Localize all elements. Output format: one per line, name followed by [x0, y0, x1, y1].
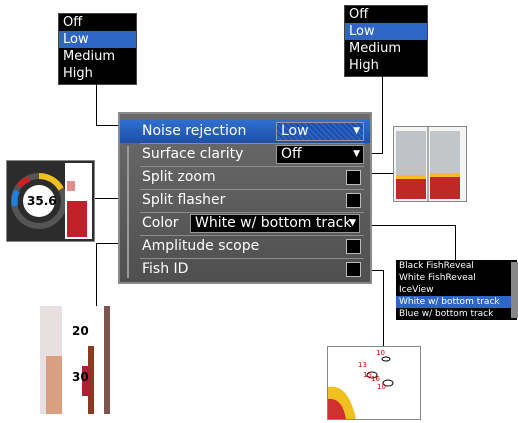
popup-option-high[interactable]: High [59, 65, 136, 82]
color-option[interactable]: Blue w/ bottom track [396, 308, 517, 320]
split-zoom-preview [393, 126, 467, 202]
fish-id-preview: 10 13 15 16 10 [327, 346, 421, 420]
color-label: Color [142, 215, 179, 231]
amplitude-scope-checkbox[interactable] [346, 239, 361, 254]
depth-label-20: 20 [72, 324, 89, 338]
noise-rejection-label: Noise rejection [142, 123, 247, 139]
split-zoom-graphic [394, 127, 466, 201]
depth-label-30: 30 [72, 370, 89, 384]
fish-depth-label: 16 [371, 375, 380, 383]
chevron-down-icon: ▼ [349, 218, 356, 228]
split-flasher-preview: 35.6 [6, 160, 95, 242]
popup-option-low[interactable]: Low [59, 31, 136, 48]
split-zoom-checkbox[interactable] [346, 170, 361, 185]
chevron-down-icon: ▼ [353, 126, 360, 136]
color-dropdown[interactable]: White w/ bottom track ▼ [190, 214, 360, 233]
popup-option-medium[interactable]: Medium [345, 40, 427, 57]
menu-item-noise-rejection[interactable]: Noise rejection Low ▼ [120, 120, 370, 143]
noise-rejection-value: Low [281, 123, 309, 139]
menu-item-color[interactable]: Color White w/ bottom track ▼ [120, 212, 370, 235]
noise-rejection-popup: Off Low Medium High [58, 13, 137, 85]
menu-item-split-zoom[interactable]: Split zoom [120, 166, 370, 189]
connector-line [455, 225, 456, 261]
fish-id-graphic [328, 356, 394, 419]
menu-item-split-flasher[interactable]: Split flasher [120, 189, 370, 212]
surface-clarity-popup: Off Low Medium High [344, 5, 428, 77]
popup-option-off[interactable]: Off [345, 6, 427, 23]
surface-clarity-label: Surface clarity [142, 146, 244, 162]
color-option[interactable]: IceView [396, 284, 517, 296]
popup-option-off[interactable]: Off [59, 14, 136, 31]
color-option[interactable]: White FishReveal [396, 272, 517, 284]
amplitude-scope-label: Amplitude scope [142, 238, 260, 254]
color-option[interactable]: White w/ bottom track [396, 296, 517, 308]
fish-depth-label: 10 [376, 349, 385, 357]
flasher-depth-readout: 35.6 [27, 194, 57, 208]
color-option[interactable]: Black FishReveal [396, 260, 517, 272]
surface-clarity-dropdown[interactable]: Off ▼ [276, 145, 364, 164]
amplitude-scope-graphic [40, 306, 110, 414]
connector-line [96, 243, 97, 307]
connector-line [383, 270, 384, 346]
noise-rejection-dropdown[interactable]: Low ▼ [276, 122, 364, 141]
chevron-down-icon: ▼ [353, 149, 360, 159]
color-options-list: Black FishReveal White FishReveal IceVie… [396, 260, 518, 320]
fish-id-label: Fish ID [142, 261, 189, 277]
menu-item-fish-id[interactable]: Fish ID [120, 258, 370, 281]
split-flasher-checkbox[interactable] [346, 193, 361, 208]
connector-line [382, 76, 383, 154]
fish-depth-label: 10 [377, 383, 386, 391]
amplitude-scope-preview: 20 30 [40, 306, 115, 414]
list-scrollbar[interactable] [511, 262, 518, 318]
popup-option-medium[interactable]: Medium [59, 48, 136, 65]
popup-option-high[interactable]: High [345, 57, 427, 74]
surface-clarity-value: Off [281, 146, 302, 162]
split-zoom-label: Split zoom [142, 169, 216, 185]
fish-id-checkbox[interactable] [346, 262, 361, 277]
popup-option-low[interactable]: Low [345, 23, 427, 40]
sonar-settings-menu: Noise rejection Low ▼ Surface clarity Of… [118, 112, 372, 284]
connector-line [96, 84, 97, 126]
fish-depth-label: 13 [358, 361, 367, 369]
menu-item-amplitude-scope[interactable]: Amplitude scope [120, 235, 370, 258]
split-flasher-label: Split flasher [142, 192, 226, 208]
menu-item-surface-clarity[interactable]: Surface clarity Off ▼ [120, 143, 370, 166]
color-value: White w/ bottom track [195, 215, 352, 231]
